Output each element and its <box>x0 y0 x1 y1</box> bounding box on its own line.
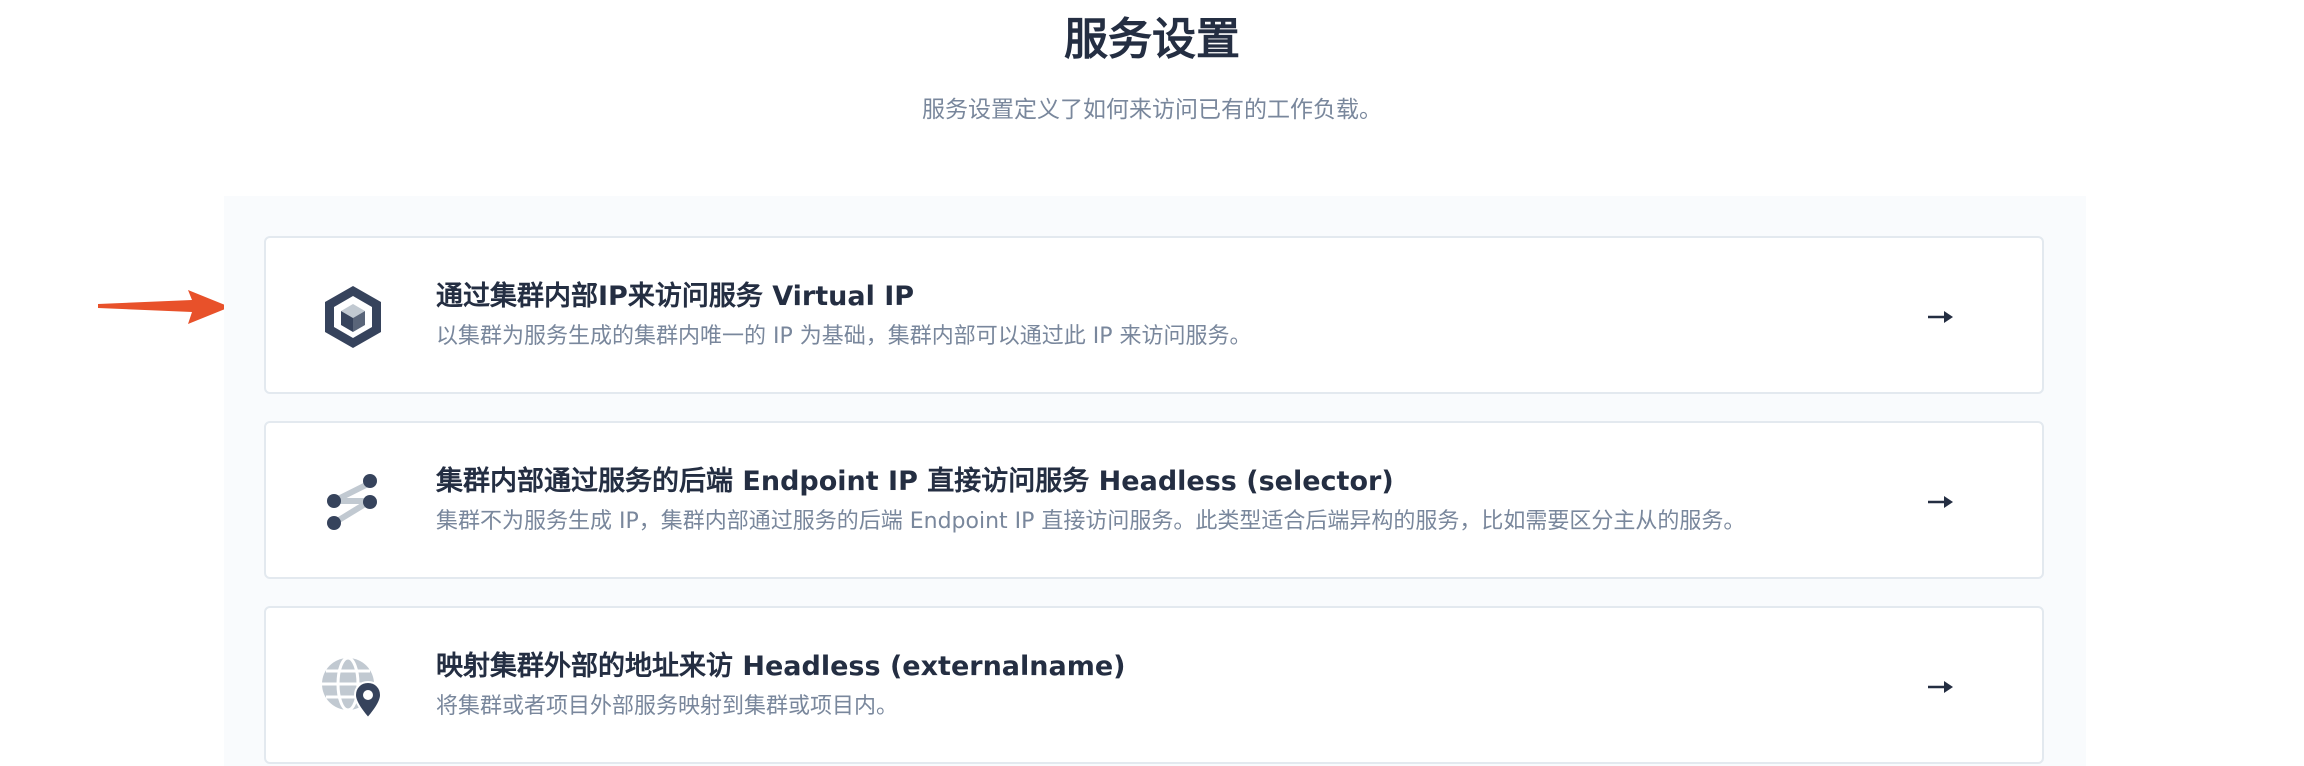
arrow-right-icon <box>1928 681 1953 693</box>
arrow-right-icon <box>1928 311 1953 323</box>
service-settings-page: 服务设置 服务设置定义了如何来访问已有的工作负载。 通过集群内部IP来访问服务 … <box>0 0 2304 766</box>
option-description: 将集群或者项目外部服务映射到集群或项目内。 <box>436 694 899 719</box>
service-option-headless-externalname[interactable]: 映射集群外部的地址来访 Headless (externalname) 将集群或… <box>264 606 2044 764</box>
service-option-headless-selector[interactable]: 集群内部通过服务的后端 Endpoint IP 直接访问服务 Headless … <box>264 421 2044 579</box>
option-description: 以集群为服务生成的集群内唯一的 IP 为基础，集群内部可以通过此 IP 来访问服… <box>436 324 1252 349</box>
service-type-panel: 通过集群内部IP来访问服务 Virtual IP 以集群为服务生成的集群内唯一的… <box>224 196 2086 766</box>
page-subtitle: 服务设置定义了如何来访问已有的工作负载。 <box>922 97 1382 123</box>
share-nodes-icon <box>327 474 377 530</box>
option-title: 映射集群外部的地址来访 Headless (externalname) <box>436 651 1126 682</box>
service-option-virtual-ip[interactable]: 通过集群内部IP来访问服务 Virtual IP 以集群为服务生成的集群内唯一的… <box>264 236 2044 394</box>
globe-location-icon <box>322 656 383 720</box>
virtual-ip-cube-icon <box>325 286 381 348</box>
option-title: 集群内部通过服务的后端 Endpoint IP 直接访问服务 Headless … <box>436 466 1394 497</box>
option-title: 通过集群内部IP来访问服务 Virtual IP <box>436 281 915 312</box>
option-description: 集群不为服务生成 IP，集群内部通过服务的后端 Endpoint IP 直接访问… <box>436 509 1746 534</box>
annotation-arrow-icon <box>98 290 230 324</box>
page-title: 服务设置 <box>1064 14 1240 65</box>
arrow-right-icon <box>1928 496 1953 508</box>
